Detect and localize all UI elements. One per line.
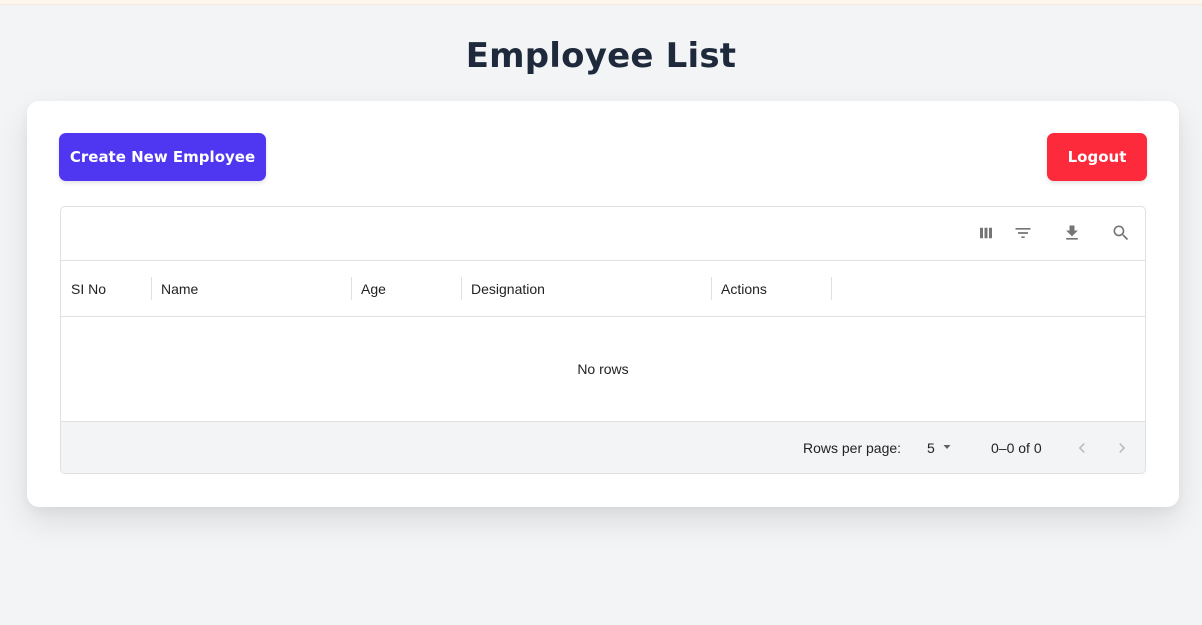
chevron-left-icon	[1078, 443, 1085, 453]
download-icon	[1066, 225, 1078, 240]
search-icon	[1113, 225, 1129, 241]
filter-icon	[1015, 228, 1031, 238]
rows-per-page-label: Rows per page:	[803, 440, 902, 456]
column-header-name[interactable]: Name	[151, 261, 351, 316]
rows-per-page-select[interactable]: 5	[927, 422, 953, 473]
rows-per-page-value: 5	[927, 440, 935, 456]
column-separator[interactable]	[831, 277, 832, 300]
create-employee-button[interactable]: Create New Employee	[59, 133, 266, 181]
column-header-age[interactable]: Age	[351, 261, 461, 316]
filter-button[interactable]	[1011, 221, 1035, 245]
grid-footer: Rows per page: 5 0–0 of 0	[61, 421, 1145, 473]
employee-card: Create New Employee Logout SI No Name Ag…	[27, 101, 1179, 507]
page-title: Employee List	[465, 36, 737, 76]
next-page-button[interactable]	[1110, 436, 1134, 460]
logout-button[interactable]: Logout	[1047, 133, 1147, 181]
column-header-actions[interactable]: Actions	[711, 261, 831, 316]
top-strip	[0, 0, 1202, 5]
empty-rows-message: No rows	[577, 361, 629, 377]
chevron-right-icon	[1119, 443, 1126, 453]
column-header-row: SI No Name Age Designation Actions	[61, 261, 1145, 317]
columns-icon	[980, 227, 992, 239]
grid-toolbar	[61, 207, 1145, 261]
export-button[interactable]	[1060, 221, 1084, 245]
employee-data-grid: SI No Name Age Designation Actions No ro…	[60, 206, 1146, 474]
column-header-designation[interactable]: Designation	[461, 261, 711, 316]
pagination-range: 0–0 of 0	[991, 440, 1042, 456]
columns-button[interactable]	[974, 221, 998, 245]
caret-down-icon	[941, 440, 953, 456]
previous-page-button[interactable]	[1070, 436, 1094, 460]
search-button[interactable]	[1109, 221, 1133, 245]
column-header-si-no[interactable]: SI No	[61, 261, 151, 316]
